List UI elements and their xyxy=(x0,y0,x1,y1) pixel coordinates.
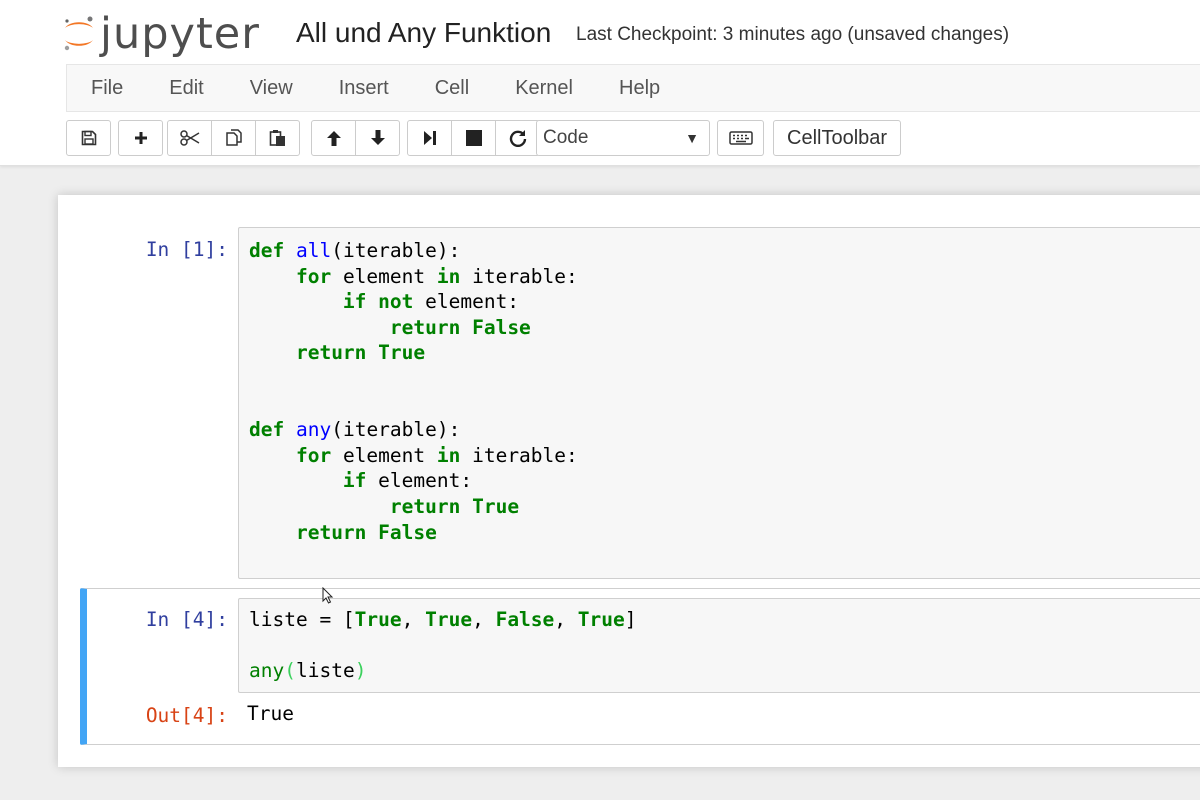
menu-edit[interactable]: Edit xyxy=(146,65,226,111)
copy-icon xyxy=(225,129,242,146)
cell-type-select[interactable]: Code ▼ xyxy=(536,120,710,156)
step-forward-icon xyxy=(423,131,436,145)
jupyter-logo-icon xyxy=(64,16,93,51)
move-up-button[interactable] xyxy=(311,120,356,156)
notebook-title[interactable]: All und Any Funktion xyxy=(296,13,551,53)
code-source[interactable]: def all(iterable): for element in iterab… xyxy=(249,238,578,545)
save-icon xyxy=(81,130,96,146)
copy-button[interactable] xyxy=(211,120,256,156)
paste-icon xyxy=(269,130,285,146)
insert-cell-button[interactable] xyxy=(118,120,163,156)
interrupt-button[interactable] xyxy=(451,120,496,156)
code-cell-input[interactable]: def all(iterable): for element in iterab… xyxy=(238,227,1200,579)
menu-view[interactable]: View xyxy=(227,65,316,111)
keyboard-group xyxy=(717,120,764,156)
scissors-icon xyxy=(179,130,199,146)
input-prompt: In [4]: xyxy=(145,608,228,631)
celltoolbar-button[interactable]: CellToolbar xyxy=(773,120,902,156)
run-button[interactable] xyxy=(407,120,452,156)
stop-icon xyxy=(465,130,482,146)
code-source[interactable]: liste = [True, True, False, True] any(li… xyxy=(249,607,636,684)
cell-type-value: Code xyxy=(543,127,589,148)
insert-group xyxy=(118,120,163,156)
logo-text: jupyter xyxy=(100,9,260,59)
mouse-cursor-icon xyxy=(322,587,334,604)
move-group xyxy=(311,120,400,156)
paste-button[interactable] xyxy=(255,120,300,156)
menu-cell[interactable]: Cell xyxy=(412,65,492,111)
arrow-up-icon xyxy=(326,131,341,146)
menu-file[interactable]: File xyxy=(67,65,146,111)
keyboard-icon xyxy=(728,131,753,145)
menu-help[interactable]: Help xyxy=(596,65,683,111)
dropdown-arrow-icon: ▼ xyxy=(685,130,699,146)
notebook-container: In [1]: def all(iterable): for element i… xyxy=(58,195,1200,767)
save-group xyxy=(66,120,111,156)
plus-icon xyxy=(134,132,147,144)
cut-button[interactable] xyxy=(167,120,212,156)
move-down-button[interactable] xyxy=(355,120,400,156)
menu-insert[interactable]: Insert xyxy=(316,65,412,111)
input-prompt: In [1]: xyxy=(145,238,228,261)
command-palette-button[interactable] xyxy=(717,120,764,156)
menu-kernel[interactable]: Kernel xyxy=(492,65,596,111)
restart-button[interactable] xyxy=(495,120,540,156)
refresh-icon xyxy=(509,130,526,147)
checkpoint-status: Last Checkpoint: 3 minutes ago (unsaved … xyxy=(576,24,1010,45)
jupyter-logo[interactable]: jupyter xyxy=(62,8,260,60)
run-group xyxy=(407,120,540,156)
save-button[interactable] xyxy=(66,120,111,156)
header: jupyter All und Any Funktion Last Checkp… xyxy=(0,0,1200,166)
arrow-down-icon xyxy=(370,130,385,145)
output-prompt: Out[4]: xyxy=(145,704,228,727)
code-cell-input[interactable]: liste = [True, True, False, True] any(li… xyxy=(238,598,1200,693)
cell-output: True xyxy=(247,702,294,725)
menubar: File Edit View Insert Cell Kernel Help xyxy=(66,64,1200,112)
edit-group xyxy=(167,120,300,156)
